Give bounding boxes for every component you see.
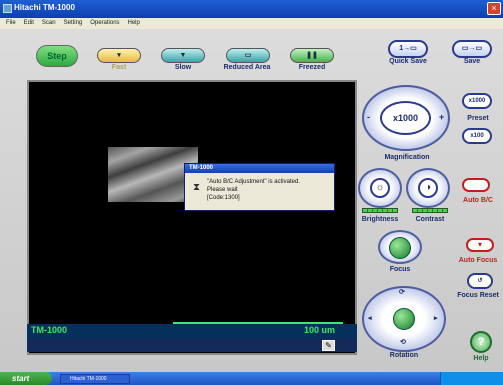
dialog-title: TM-1000 bbox=[185, 164, 334, 173]
dialog-message: "Auto B/C Adjustment" is activated. Plea… bbox=[207, 178, 300, 202]
slow-label: Slow bbox=[174, 64, 192, 71]
menu-file[interactable]: File bbox=[6, 18, 16, 29]
hourglass-icon: ⧗ bbox=[193, 182, 201, 193]
focus-reset-button[interactable]: ↺ bbox=[467, 273, 493, 289]
zoom-in-icon[interactable]: + bbox=[439, 112, 444, 122]
rotation-knob-icon bbox=[393, 308, 415, 330]
sun-icon: ☼ bbox=[370, 178, 390, 198]
focus-reset-label: Focus Reset bbox=[457, 292, 499, 299]
help-button[interactable]: ? bbox=[470, 331, 492, 353]
slow-icon: ▼ bbox=[179, 52, 187, 59]
reduced-area-icon: ▭ bbox=[244, 52, 252, 59]
taskbar-item[interactable]: Hitachi TM-1000 bbox=[60, 374, 130, 384]
fast-label: Fast bbox=[111, 64, 127, 71]
annotate-button[interactable]: ✎ bbox=[322, 340, 335, 351]
model-label: TM-1000 bbox=[31, 325, 68, 335]
fast-button[interactable]: ▾ bbox=[97, 48, 141, 63]
dialog-line-3: [Code:1300] bbox=[207, 195, 240, 201]
reduced-area-button[interactable]: ▭ bbox=[226, 48, 270, 63]
contrast-label: Contrast bbox=[415, 216, 445, 223]
brightness-control[interactable]: ☼ bbox=[358, 168, 402, 208]
contrast-icon: ◑ bbox=[418, 178, 438, 198]
window-title: Hitachi TM-1000 bbox=[14, 3, 75, 12]
rotate-up-icon[interactable]: ⟳ bbox=[399, 288, 405, 296]
step-button[interactable]: Step bbox=[36, 45, 78, 67]
preset-x1000-button[interactable]: x1000 bbox=[462, 93, 492, 109]
menu-bar: File Edit Scan Setting Operations Help bbox=[0, 18, 503, 29]
help-label: Help bbox=[473, 355, 489, 362]
focus-control[interactable] bbox=[378, 230, 422, 264]
save-button[interactable]: ▭→▭ bbox=[452, 40, 492, 58]
contrast-level-bar bbox=[412, 208, 448, 213]
zoom-out-icon[interactable]: - bbox=[367, 112, 370, 122]
magnification-label: Magnification bbox=[384, 154, 430, 161]
auto-bc-label: Auto B/C bbox=[463, 197, 493, 204]
menu-scan[interactable]: Scan bbox=[42, 18, 56, 29]
magnification-value[interactable]: x1000 bbox=[380, 101, 431, 135]
rotate-right-icon[interactable]: ▸ bbox=[434, 314, 438, 322]
preset-label: Preset bbox=[467, 115, 489, 122]
focus-knob-icon bbox=[389, 237, 411, 259]
dialog-line-2: Please wait bbox=[207, 187, 238, 193]
start-button[interactable]: start bbox=[0, 372, 52, 385]
rotation-label: Rotation bbox=[389, 352, 419, 359]
fast-icon: ▾ bbox=[117, 52, 121, 59]
auto-focus-label: Auto Focus bbox=[458, 257, 498, 264]
sem-image-viewer[interactable] bbox=[27, 80, 357, 355]
scale-label: 100 um bbox=[304, 325, 336, 335]
rotate-left-icon[interactable]: ◂ bbox=[368, 314, 372, 322]
status-strip bbox=[27, 338, 357, 352]
title-bar: Hitachi TM-1000 × bbox=[0, 0, 503, 18]
menu-edit[interactable]: Edit bbox=[24, 18, 34, 29]
auto-focus-button[interactable]: ▾ bbox=[466, 238, 494, 252]
slow-button[interactable]: ▼ bbox=[161, 48, 205, 63]
freezed-button[interactable]: ❚❚ bbox=[290, 48, 334, 63]
brightness-label: Brightness bbox=[361, 216, 399, 223]
close-button[interactable]: × bbox=[487, 2, 501, 15]
reduced-area-label: Reduced Area bbox=[223, 64, 271, 71]
dialog-line-1: "Auto B/C Adjustment" is activated. bbox=[207, 179, 300, 185]
focus-label: Focus bbox=[389, 266, 411, 273]
contrast-control[interactable]: ◑ bbox=[406, 168, 450, 208]
auto-bc-dialog: TM-1000 ⧗ "Auto B/C Adjustment" is activ… bbox=[184, 163, 335, 211]
menu-operations[interactable]: Operations bbox=[90, 18, 119, 29]
auto-focus-icon: ▾ bbox=[477, 240, 482, 249]
reset-icon: ↺ bbox=[477, 278, 483, 284]
menu-help[interactable]: Help bbox=[128, 18, 140, 29]
freezed-label: Freezed bbox=[298, 64, 326, 71]
preset-x100-button[interactable]: x100 bbox=[462, 128, 492, 144]
app-icon bbox=[3, 4, 12, 13]
brightness-level-bar bbox=[362, 208, 398, 213]
system-tray bbox=[440, 372, 503, 385]
menu-setting[interactable]: Setting bbox=[64, 18, 83, 29]
quick-save-button[interactable]: 1→▭ bbox=[388, 40, 428, 58]
pencil-icon: ✎ bbox=[325, 341, 332, 350]
rotate-down-icon[interactable]: ⟲ bbox=[400, 338, 406, 346]
auto-bc-button[interactable] bbox=[462, 178, 490, 192]
quick-save-label: Quick Save bbox=[389, 58, 427, 65]
freeze-icon: ❚❚ bbox=[306, 52, 318, 59]
save-label: Save bbox=[463, 58, 481, 65]
